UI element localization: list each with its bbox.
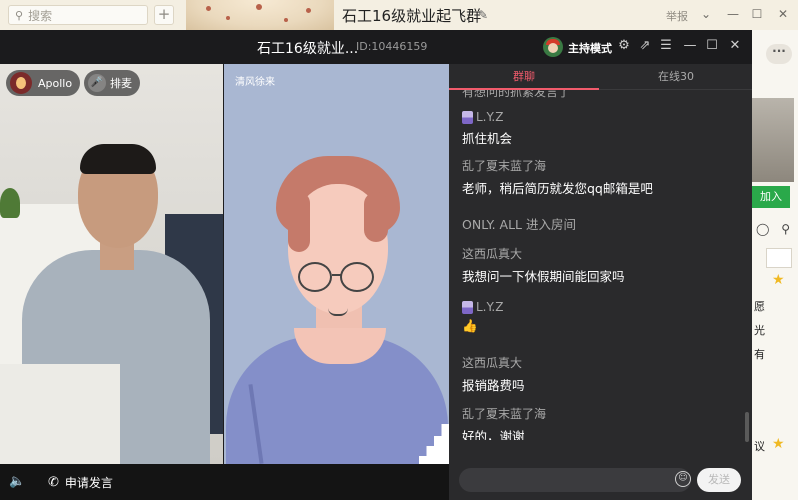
chat-panel: 群聊 在线30 有想问的抓紧发言了 L.Y.Z 抓住机会 乱了夏末蓝了海 老师，… (449, 64, 752, 500)
add-button[interactable]: + (154, 5, 174, 25)
message-partial: 有想问的抓紧发言了 (462, 90, 571, 99)
maximize-icon[interactable]: ☐ (749, 6, 765, 22)
close-icon[interactable]: ✕ (727, 38, 743, 54)
host-mode-label[interactable]: 主持模式 (568, 40, 612, 56)
chat-message: 这西瓜真大 我想问一下休假期间能回家吗 (462, 245, 738, 285)
plus-icon: + (157, 5, 171, 23)
chevron-down-icon[interactable]: ⌄ (698, 6, 714, 22)
guest-name: 清风徐来 (235, 77, 275, 88)
side-fragment: 愿 (754, 300, 765, 313)
group-title: 石工16级就业起飞群 (342, 7, 482, 25)
message-text: 抓住机会 (462, 131, 513, 146)
chat-scrollbar[interactable] (745, 412, 749, 442)
star-icon: ★ (772, 272, 785, 288)
emoji-icon[interactable]: ☺ (675, 471, 691, 487)
member-photo (752, 98, 794, 182)
close-icon[interactable]: ✕ (775, 6, 791, 22)
plant-image (0, 188, 20, 218)
request-speak-label: 申请发言 (64, 476, 113, 490)
search-icon: ⚲ (15, 8, 24, 22)
system-message: ONLY. ALL 进入房间 (462, 217, 576, 232)
settings-icon[interactable]: ⚙ (616, 38, 632, 54)
tag-icon[interactable]: ◯ (756, 222, 769, 236)
side-fragment: 光 (754, 324, 765, 337)
join-button[interactable]: 加入 (752, 186, 790, 208)
search-box[interactable]: ⚲ 搜索 (8, 5, 148, 25)
festive-banner-image (186, 0, 334, 30)
request-speak-button[interactable]: ✆ 申请发言 (48, 474, 113, 491)
guest-video[interactable]: 清风徐来 (224, 64, 449, 464)
tab-group-chat[interactable]: 群聊 (449, 64, 599, 90)
search-placeholder: 搜索 (28, 8, 53, 23)
message-text: 报销路费吗 (462, 378, 525, 393)
chat-message: 乱了夏末蓝了海 老师，稍后简历就发您qq邮箱是吧 (462, 157, 738, 197)
popout-icon[interactable]: ⇗ (637, 38, 653, 54)
menu-icon[interactable]: ☰ (658, 38, 674, 54)
side-fragment: 有 (754, 348, 765, 361)
search-icon[interactable]: ⚲ (781, 222, 790, 236)
chat-message: L.Y.Z 👍 (462, 300, 738, 334)
message-user[interactable]: 乱了夏末蓝了海 (462, 405, 546, 422)
member-badge-icon (462, 300, 473, 314)
phone-icon: ✆ (48, 475, 59, 490)
message-user[interactable]: 乱了夏末蓝了海 (462, 157, 546, 174)
host-video[interactable]: Apollo 🎤 排麦 (0, 64, 223, 464)
side-fragment: 议 (754, 440, 765, 453)
star-icon: ★ (772, 436, 785, 452)
mic-queue-button[interactable]: 🎤 排麦 (84, 70, 140, 96)
live-titlebar: 石工16级就业... ID:10446159 主持模式 ⚙ ⇗ ☰ — ☐ ✕ (0, 30, 752, 64)
chat-tabs: 群聊 在线30 (449, 64, 752, 90)
minimize-icon[interactable]: — (725, 6, 741, 22)
host-name-pill[interactable]: Apollo (6, 70, 81, 96)
chat-input[interactable] (459, 468, 691, 492)
message-text: 我想问一下休假期间能回家吗 (462, 269, 625, 284)
message-text: 好的，谢谢 (462, 429, 525, 440)
minimize-icon[interactable]: — (682, 38, 698, 54)
mic-icon: 🎤 (88, 74, 106, 92)
video-control-bar: 🔈 ✆ 申请发言 (0, 464, 449, 500)
live-room-window: 石工16级就业... ID:10446159 主持模式 ⚙ ⇗ ☰ — ☐ ✕ … (0, 30, 752, 500)
message-list: 有想问的抓紧发言了 L.Y.Z 抓住机会 乱了夏末蓝了海 老师，稍后简历就发您q… (449, 90, 747, 440)
room-id: ID:10446159 (356, 40, 428, 53)
side-search-input[interactable] (766, 248, 792, 268)
report-link[interactable]: 举报 (666, 8, 688, 24)
side-toolbar: ◯ ⚲ (756, 222, 790, 236)
message-user[interactable]: L.Y.Z (476, 110, 503, 124)
message-user[interactable]: 这西瓜真大 (462, 354, 522, 371)
more-icon[interactable]: ··· (766, 44, 792, 64)
maximize-icon[interactable]: ☐ (704, 38, 720, 54)
volume-icon[interactable]: 🔈 (9, 474, 25, 489)
message-text: 老师，稍后简历就发您qq邮箱是吧 (462, 181, 653, 196)
thumbs-up-icon: 👍 (462, 318, 478, 333)
edit-pencil-icon[interactable]: ✎ (478, 8, 488, 22)
chat-message: 这西瓜真大 报销路费吗 (462, 354, 738, 394)
send-button[interactable]: 发送 (697, 468, 741, 492)
host-avatar[interactable] (543, 37, 563, 57)
avatar (10, 72, 32, 94)
mic-queue-label: 排麦 (110, 77, 132, 90)
room-title: 石工16级就业... (257, 41, 359, 57)
chat-message: 乱了夏末蓝了海 好的，谢谢 (462, 405, 738, 440)
message-user[interactable]: 这西瓜真大 (462, 245, 522, 262)
chat-input-row: ☺ 发送 (449, 464, 752, 500)
member-badge-icon (462, 110, 473, 124)
host-name: Apollo (38, 76, 73, 90)
chat-message: L.Y.Z 抓住机会 (462, 110, 738, 147)
message-user[interactable]: L.Y.Z (476, 300, 503, 314)
tab-online[interactable]: 在线30 (601, 64, 751, 90)
